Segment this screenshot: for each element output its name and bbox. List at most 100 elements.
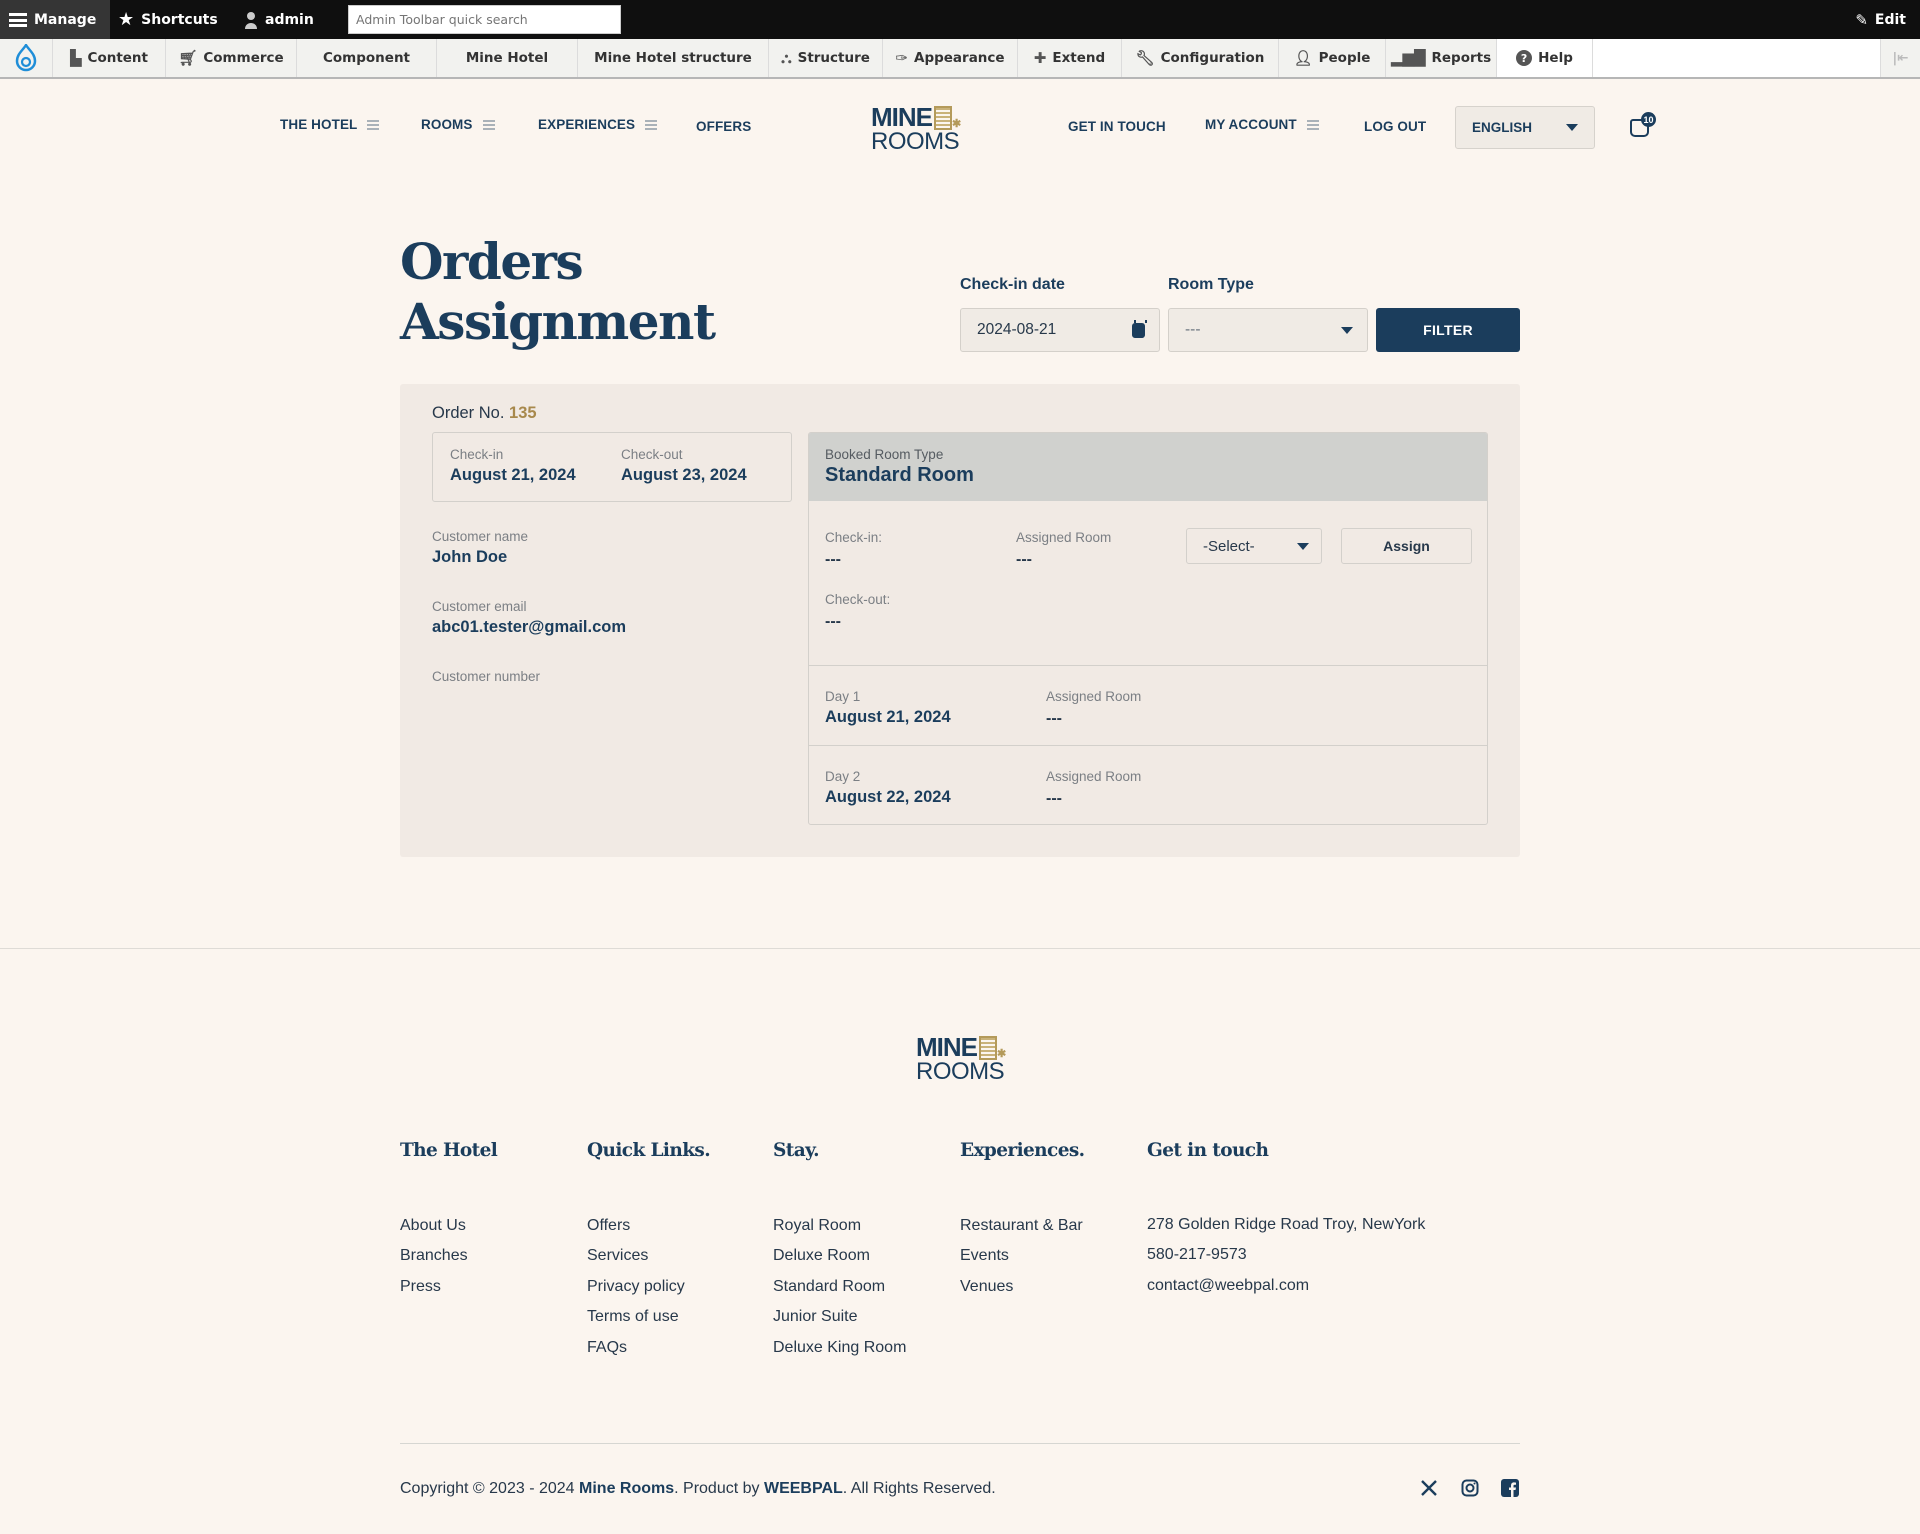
footer-link-faqs[interactable]: FAQs [587,1339,627,1357]
menu-reports-label: Reports [1431,50,1492,66]
assign-button[interactable]: Assign [1341,528,1472,564]
menu-extend[interactable]: ✚ Extend [1018,39,1122,77]
toolbar-search-input[interactable] [348,5,621,34]
day-assigned-room-value: --- [1046,710,1062,727]
footer-link-press[interactable]: Press [400,1278,441,1296]
footer-logo[interactable]: MINE ✱ ROOMS [916,1032,1006,1084]
menu-help-label: Help [1538,50,1573,66]
manage-button[interactable]: Manage [0,0,110,39]
menu-content-label: Content [87,50,148,66]
drupal-home-link[interactable] [0,39,53,77]
cart-button[interactable]: 10 [1630,112,1656,138]
order-number-value: 135 [509,404,537,422]
day-date: August 22, 2024 [825,788,951,806]
people-icon: 👤︎ [1293,49,1313,67]
assign-checkout-label: Check-out: [825,592,891,607]
footer-link-terms-of-use[interactable]: Terms of use [587,1308,679,1326]
checkin-date-value: 2024-08-21 [977,321,1057,338]
footer-link-junior-suite[interactable]: Junior Suite [773,1308,858,1326]
menu-appearance[interactable]: ✑ Appearance [883,39,1018,77]
nav-rooms[interactable]: ROOMS [421,117,495,132]
menu-content[interactable]: ▙ Content [53,39,166,77]
menu-reports[interactable]: ▂▆█ Reports [1386,39,1497,77]
menu-mine-hotel[interactable]: Mine Hotel [437,39,578,77]
menu-component[interactable]: Component [297,39,437,77]
footer-link-royal-room[interactable]: Royal Room [773,1217,861,1235]
footer-link-venues[interactable]: Venues [960,1278,1013,1296]
checkin-label: Check-in [450,447,504,462]
checkin-date-input[interactable]: 2024-08-21 [960,308,1160,352]
menu-help[interactable]: ? Help [1497,39,1593,77]
room-select[interactable]: -Select- [1186,528,1322,564]
menu-people[interactable]: 👤︎ People [1279,39,1386,77]
x-icon [1421,1480,1437,1496]
menu-commerce[interactable]: 🛒︎ Commerce [166,39,297,77]
nav-my-account[interactable]: MY ACCOUNT [1205,117,1319,132]
x-twitter-link[interactable] [1418,1477,1440,1499]
menu-structure-label: Structure [797,50,870,66]
nav-offers[interactable]: OFFERS [696,119,751,134]
sitemap-icon: ⛬ [781,49,792,67]
copyright-brand[interactable]: Mine Rooms [579,1480,674,1497]
nav-the-hotel-label: THE HOTEL [280,117,358,132]
assign-checkin-label: Check-in: [825,530,883,545]
divider [809,665,1487,666]
page-title-line1: Orders [400,232,584,291]
user-button[interactable]: admin [244,0,314,39]
chevron-down-icon [1566,124,1578,131]
instagram-link[interactable] [1459,1477,1481,1499]
footer-link-deluxe-king-room[interactable]: Deluxe King Room [773,1339,906,1357]
copyright-vendor[interactable]: WEEBPAL [764,1480,843,1497]
nav-experiences[interactable]: EXPERIENCES [538,117,658,132]
menu-structure[interactable]: ⛬ Structure [769,39,883,77]
checkout-date: August 23, 2024 [621,466,747,484]
footer-link-standard-room[interactable]: Standard Room [773,1278,885,1296]
page-title-line2: Assignment [400,292,716,351]
footer-link-events[interactable]: Events [960,1247,1009,1265]
cart-count-badge: 10 [1641,112,1656,127]
footer-link-services[interactable]: Services [587,1247,648,1265]
footer-link-restaurant-bar[interactable]: Restaurant & Bar [960,1217,1083,1235]
footer-email[interactable]: contact@weebpal.com [1147,1277,1309,1295]
logo-text-top: MINE [916,1032,978,1062]
logo-text-top: MINE [871,102,933,132]
day-row: Day 2 August 22, 2024 [825,769,951,807]
room-type-select[interactable]: --- [1168,308,1368,352]
assigned-room-label: Assigned Room [1016,530,1112,545]
footer-link-privacy-policy[interactable]: Privacy policy [587,1278,685,1296]
site-logo[interactable]: MINE ✱ ROOMS [871,102,961,154]
language-select[interactable]: ENGLISH [1455,106,1595,149]
stay-dates-box: Check-in August 21, 2024 Check-out Augus… [432,432,792,502]
cart-icon: 🛒︎ [178,49,198,67]
facebook-link[interactable] [1499,1477,1521,1499]
file-icon: ▙ [69,49,82,67]
nav-get-in-touch[interactable]: GET IN TOUCH [1068,119,1166,134]
nav-log-out[interactable]: LOG OUT [1364,119,1426,134]
footer-link-offers[interactable]: Offers [587,1217,630,1235]
footer-link-about-us[interactable]: About Us [400,1217,466,1235]
menu-configuration[interactable]: 🔧︎ Configuration [1122,39,1279,77]
footer-link-deluxe-room[interactable]: Deluxe Room [773,1247,870,1265]
collapse-toolbar-button[interactable]: |⇤ [1880,39,1920,77]
room-type-value: --- [1185,321,1201,338]
chevron-down-icon [1341,326,1353,334]
assign-checkout-value: --- [825,613,841,630]
booked-room-type-label: Booked Room Type [825,447,944,462]
instagram-icon [1461,1479,1479,1497]
edit-button[interactable]: ✎ Edit [1855,0,1906,39]
calendar-icon[interactable] [1132,319,1147,338]
manage-label: Manage [34,11,97,28]
customer-email-label: Customer email [432,599,527,614]
room-assignment-panel: Booked Room Type Standard Room Check-in:… [808,432,1488,825]
order-number: Order No. 135 [432,404,537,423]
filter-button[interactable]: FILTER [1376,308,1520,352]
day-label: Day 2 [825,769,861,784]
footer-link-branches[interactable]: Branches [400,1247,468,1265]
nav-my-account-label: MY ACCOUNT [1205,117,1297,132]
shortcuts-button[interactable]: ★ Shortcuts [118,0,218,39]
day-assigned-room-label: Assigned Room [1046,769,1142,784]
building-icon [979,1036,997,1060]
nav-the-hotel[interactable]: THE HOTEL [280,117,380,132]
footer-phone[interactable]: 580-217-9573 [1147,1246,1247,1264]
menu-mine-hotel-structure[interactable]: Mine Hotel structure [578,39,769,77]
